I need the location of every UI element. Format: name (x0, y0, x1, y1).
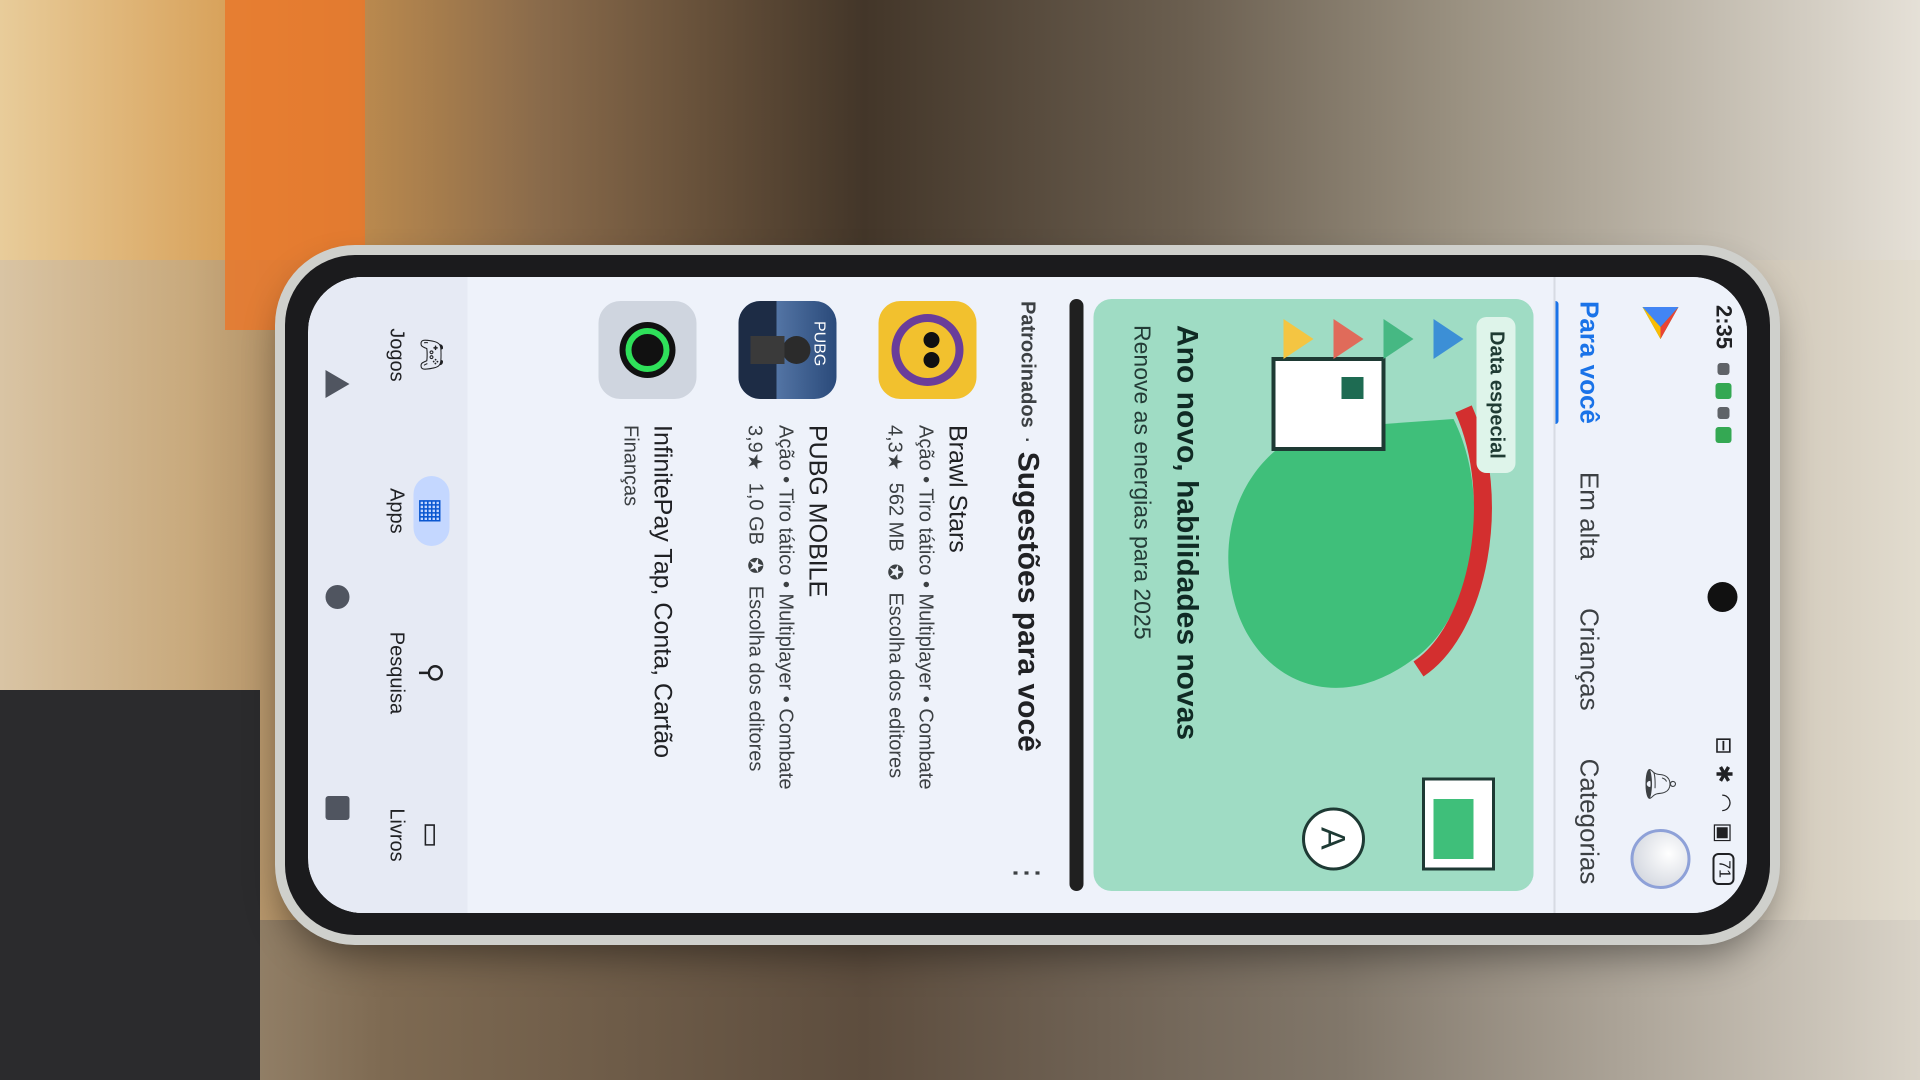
bottom-navigation: 🎮︎ Jogos ▦ Apps ⚲ Pesquisa ▭ Livros (367, 277, 467, 913)
wifi-icon: ◠ (1711, 793, 1736, 813)
soldier-icon: PUBG (738, 301, 827, 399)
nfc-icon: ⊟ (1711, 736, 1736, 755)
infinitepay-icon (598, 301, 696, 399)
top-tabs: Para você Em alta Crianças Categorias (1553, 277, 1623, 913)
app-size: 562 MB (884, 482, 907, 552)
tab-para-voce[interactable]: Para você (1554, 301, 1623, 424)
app-header: 🔔︎ (1625, 277, 1695, 913)
app-info: Brawl Stars Ação • Tiro tático • Multipl… (883, 425, 972, 789)
brawl-stars-icon (878, 301, 976, 399)
app-tags: Ação • Tiro tático • Multiplayer • Comba… (774, 425, 797, 790)
nav-apps[interactable]: ▦ Apps (385, 475, 450, 546)
app-tags: Finanças (619, 425, 641, 507)
book-icon: ▭ (416, 821, 447, 849)
app-notification-icon (1715, 383, 1731, 400)
app-name: InfinitePay Tap, Conta, Cartão (648, 425, 676, 759)
background-dark-box (0, 690, 260, 1080)
nav-livros[interactable]: ▭ Livros (385, 800, 450, 870)
signal-icon: ▣ (1711, 822, 1736, 844)
recents-square-icon[interactable] (325, 795, 350, 820)
app-list-item[interactable]: PUBG PUBG MOBILE Ação • Tiro tático • Mu… (727, 301, 847, 901)
next-banner-peek[interactable] (1069, 299, 1083, 891)
apps-grid-icon: ▦ (413, 475, 450, 546)
tab-criancas[interactable]: Crianças (1554, 608, 1623, 711)
pubg-mobile-icon: PUBG (738, 301, 836, 399)
skull-icon (891, 314, 963, 386)
featured-banner[interactable]: A Data especial Ano novo, habilidades no… (1093, 299, 1533, 891)
app-badge: Escolha dos editores (744, 585, 767, 772)
editors-choice-icon: ✪ (743, 557, 766, 574)
more-options-icon[interactable]: ⋮ (1008, 857, 1046, 889)
background-bottom (0, 920, 1920, 1080)
phone-screen: 2:35 ⊟ ✱ ◠ ▣ 71 🔔︎ Para você Em alta Cri… (308, 277, 1747, 913)
google-play-logo-icon (1642, 307, 1678, 339)
section-separator: · (1014, 435, 1041, 444)
nav-label: Jogos (385, 328, 408, 382)
system-navigation-bar (308, 277, 367, 913)
nav-pesquisa[interactable]: ⚲ Pesquisa (385, 632, 450, 714)
section-title: Sugestões para você (1011, 451, 1044, 752)
notification-icon (1717, 363, 1729, 376)
app-notification-icon-2 (1715, 427, 1731, 444)
home-circle-icon[interactable] (325, 584, 350, 609)
front-camera (1707, 582, 1737, 612)
app-meta: 3,9★ 1,0 GB ✪ Escolha dos editores (743, 425, 768, 789)
bluetooth-icon: ✱ (1711, 764, 1736, 784)
svg-text:A: A (1313, 827, 1351, 850)
header-actions: 🔔︎ (1630, 765, 1690, 889)
app-info: PUBG MOBILE Ação • Tiro tático • Multipl… (743, 425, 832, 789)
tab-categorias[interactable]: Categorias (1554, 759, 1623, 885)
nav-label: Apps (385, 488, 408, 534)
app-list-item[interactable]: Brawl Stars Ação • Tiro tático • Multipl… (867, 301, 987, 901)
nav-jogos[interactable]: 🎮︎ Jogos (385, 320, 450, 390)
app-badge: Escolha dos editores (884, 592, 907, 779)
app-meta: 4,3★ 562 MB ✪ Escolha dos editores (883, 425, 908, 789)
phone-device: 2:35 ⊟ ✱ ◠ ▣ 71 🔔︎ Para você Em alta Cri… (285, 255, 1770, 935)
app-name: PUBG MOBILE (803, 425, 832, 598)
back-triangle-icon[interactable] (325, 370, 350, 399)
app-name: Brawl Stars (943, 425, 972, 553)
status-right: ⊟ ✱ ◠ ▣ 71 (1710, 736, 1736, 885)
suggestions-header: Patrocinados · Sugestões para você ⋮ (997, 301, 1057, 889)
app-size: 1,0 GB (744, 482, 767, 545)
notification-icon-2 (1717, 407, 1729, 420)
banner-subtitle: Renove as energias para 2025 (1129, 325, 1155, 640)
play-store-app: 2:35 ⊟ ✱ ◠ ▣ 71 🔔︎ Para você Em alta Cri… (308, 277, 1747, 913)
app-rating: 4,3★ (883, 425, 906, 471)
notifications-bell-icon[interactable]: 🔔︎ (1643, 765, 1678, 803)
app-info: InfinitePay Tap, Conta, Cartão Finanças (618, 425, 676, 758)
nav-label: Livros (385, 808, 408, 862)
nav-label: Pesquisa (385, 631, 408, 715)
status-icons (1715, 363, 1731, 444)
tab-em-alta[interactable]: Em alta (1554, 472, 1623, 560)
app-tags: Ação • Tiro tático • Multiplayer • Comba… (914, 425, 937, 790)
ring-icon (619, 322, 675, 378)
app-list-item[interactable]: InfinitePay Tap, Conta, Cartão Finanças (587, 301, 707, 901)
status-time: 2:35 (1711, 305, 1736, 350)
editors-choice-icon: ✪ (883, 563, 906, 581)
gamepad-icon: 🎮︎ (416, 337, 447, 373)
sponsored-label: Patrocinados (1016, 301, 1039, 428)
svg-text:PUBG: PUBG (810, 321, 827, 366)
app-rating: 3,9★ (743, 425, 766, 471)
account-avatar[interactable] (1630, 829, 1690, 889)
search-icon: ⚲ (416, 662, 447, 684)
banner-title: Ano novo, habilidades novas (1170, 325, 1203, 741)
battery-icon: 71 (1712, 853, 1734, 885)
banner-chip: Data especial (1476, 317, 1515, 473)
